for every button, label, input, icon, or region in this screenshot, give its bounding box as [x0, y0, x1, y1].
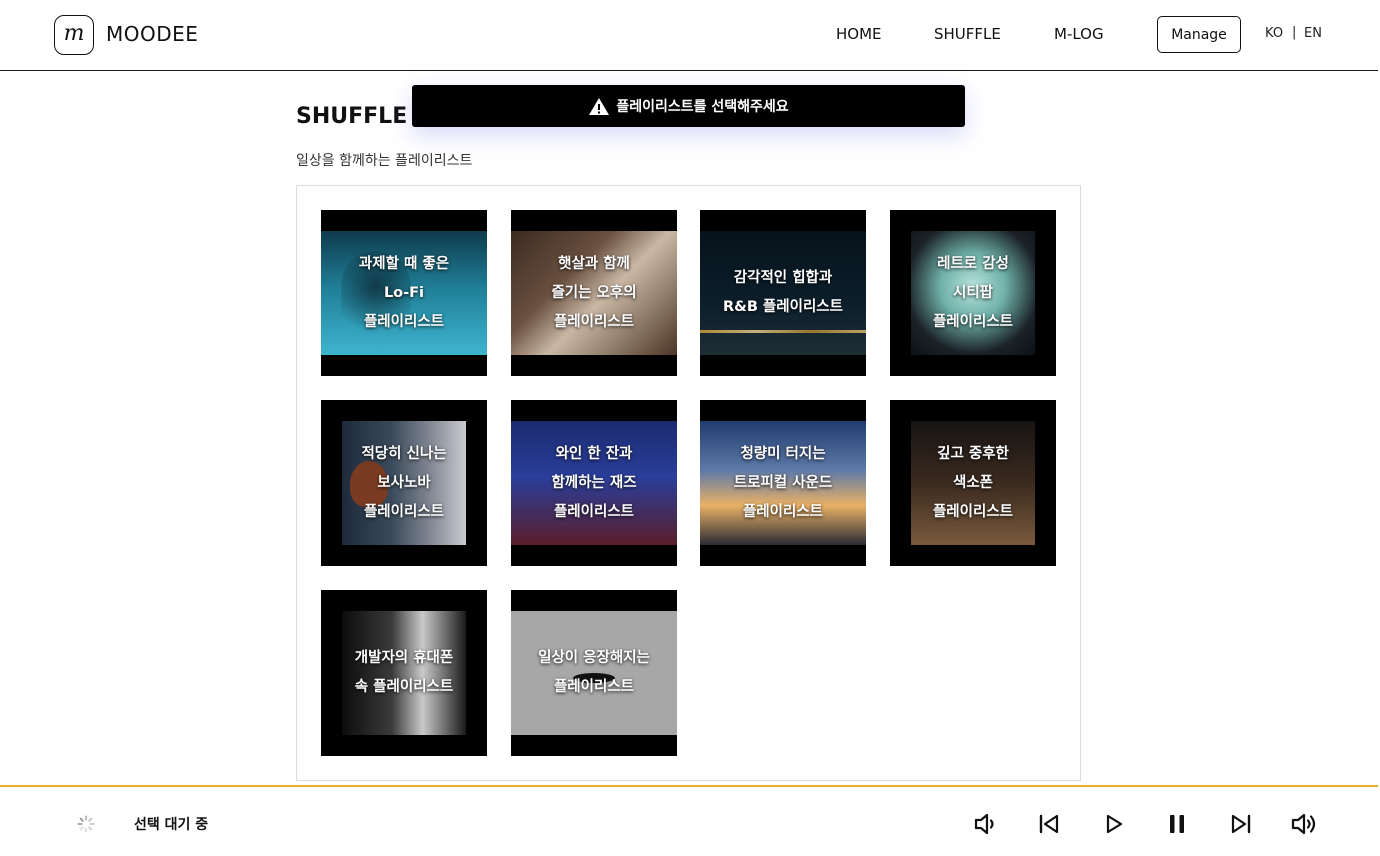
playlist-card-jazz[interactable]: 와인 한 잔과 함께하는 재즈 플레이리스트 [511, 400, 677, 566]
previous-button[interactable] [1034, 809, 1064, 839]
toast-message: 플레이리스트를 선택해주세요 [616, 99, 789, 115]
logo[interactable]: m [54, 15, 94, 55]
playlist-title: 일상이 응장해지는 플레이리스트 [538, 650, 650, 695]
nav-mlog[interactable]: M-LOG [1054, 25, 1104, 43]
player-bar: 선택 대기 중 [0, 785, 1378, 856]
pause-button[interactable] [1162, 809, 1192, 839]
playlist-title: 적당히 신나는 보사노바 플레이리스트 [361, 445, 447, 520]
playlist-card-developer[interactable]: 개발자의 휴대폰 속 플레이리스트 [321, 590, 487, 756]
lang-en[interactable]: EN [1304, 26, 1322, 41]
loading-spinner-icon [77, 815, 95, 833]
lang-ko[interactable]: KO [1265, 26, 1283, 41]
player-status: 선택 대기 중 [134, 817, 209, 833]
nav-home[interactable]: HOME [836, 25, 882, 43]
playlist-grid: 과제할 때 좋은 Lo-Fi 플레이리스트 햇살과 함께 즐기는 오후의 플레이리스트 … [296, 185, 1081, 781]
warning-icon [589, 97, 610, 115]
pause-icon [1170, 815, 1184, 833]
playlist-card-tropical[interactable]: 청량미 터지는 트로피컬 사운드 플레이리스트 [700, 400, 866, 566]
next-icon [1231, 814, 1251, 834]
nav-shuffle[interactable]: SHUFFLE [934, 25, 1001, 43]
toast-notification: 플레이리스트를 선택해주세요 [412, 85, 965, 127]
playlist-card-lofi[interactable]: 과제할 때 좋은 Lo-Fi 플레이리스트 [321, 210, 487, 376]
playlist-title: 레트로 감성 시티팝 플레이리스트 [932, 255, 1014, 330]
playlist-title: 햇살과 함께 즐기는 오후의 플레이리스트 [551, 255, 637, 330]
logo-letter: m [63, 20, 85, 46]
playlist-card-hiphop-rnb[interactable]: 감각적인 힙합과 R&B 플레이리스트 [700, 210, 866, 376]
volume-down-icon [974, 813, 994, 835]
playlist-card-saxophone[interactable]: 깊고 중후한 색소폰 플레이리스트 [890, 400, 1056, 566]
play-button[interactable] [1099, 809, 1129, 839]
playlist-title: 청량미 터지는 트로피컬 사운드 플레이리스트 [733, 445, 833, 520]
volume-up-icon [1291, 813, 1316, 835]
previous-icon [1039, 814, 1059, 834]
playlist-card-citypop[interactable]: 레트로 감성 시티팝 플레이리스트 [890, 210, 1056, 376]
header: m MOODEE HOME SHUFFLE M-LOG Manage KO | … [0, 0, 1378, 71]
playlist-card-afternoon[interactable]: 햇살과 함께 즐기는 오후의 플레이리스트 [511, 210, 677, 376]
next-button[interactable] [1226, 809, 1256, 839]
brand-name[interactable]: MOODEE [106, 22, 198, 46]
play-icon [1106, 814, 1123, 834]
playlist-card-epic[interactable]: 일상이 응장해지는 플레이리스트 [511, 590, 677, 756]
playlist-title: 깊고 중후한 색소폰 플레이리스트 [932, 445, 1014, 520]
volume-down-button[interactable] [970, 809, 1000, 839]
volume-up-button[interactable] [1290, 809, 1320, 839]
playlist-title: 감각적인 힙합과 R&B 플레이리스트 [723, 270, 843, 315]
lang-separator: | [1292, 25, 1297, 40]
playlist-title: 개발자의 휴대폰 속 플레이리스트 [354, 650, 454, 695]
playlist-card-bossanova[interactable]: 적당히 신나는 보사노바 플레이리스트 [321, 400, 487, 566]
playlist-title: 과제할 때 좋은 Lo-Fi 플레이리스트 [358, 255, 450, 330]
page-subtitle: 일상을 함께하는 플레이리스트 [296, 153, 473, 169]
page-title: SHUFFLE [296, 104, 408, 129]
manage-button[interactable]: Manage [1157, 16, 1241, 53]
playlist-title: 와인 한 잔과 함께하는 재즈 플레이리스트 [551, 445, 637, 520]
